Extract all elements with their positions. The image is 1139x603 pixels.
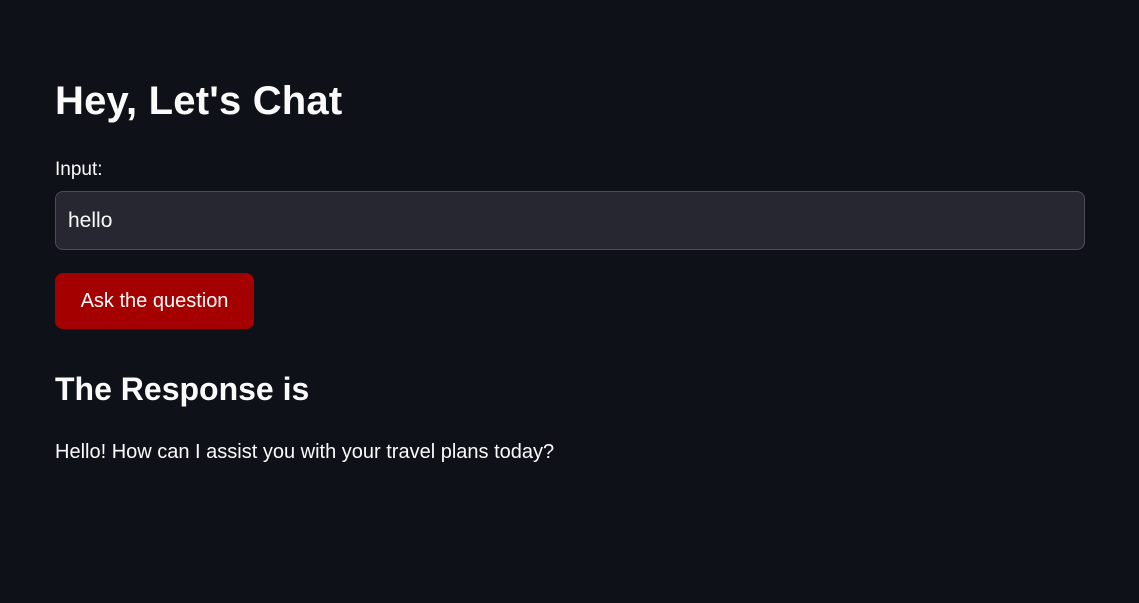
app-container: Hey, Let's Chat Input: Ask the question … [0, 0, 1139, 603]
input-label: Input: [55, 159, 103, 180]
chat-input[interactable] [55, 191, 1085, 250]
page-title: Hey, Let's Chat [55, 79, 343, 123]
ask-question-button[interactable]: Ask the question [55, 273, 254, 329]
response-text: Hello! How can I assist you with your tr… [55, 441, 555, 463]
response-heading: The Response is [55, 371, 310, 407]
